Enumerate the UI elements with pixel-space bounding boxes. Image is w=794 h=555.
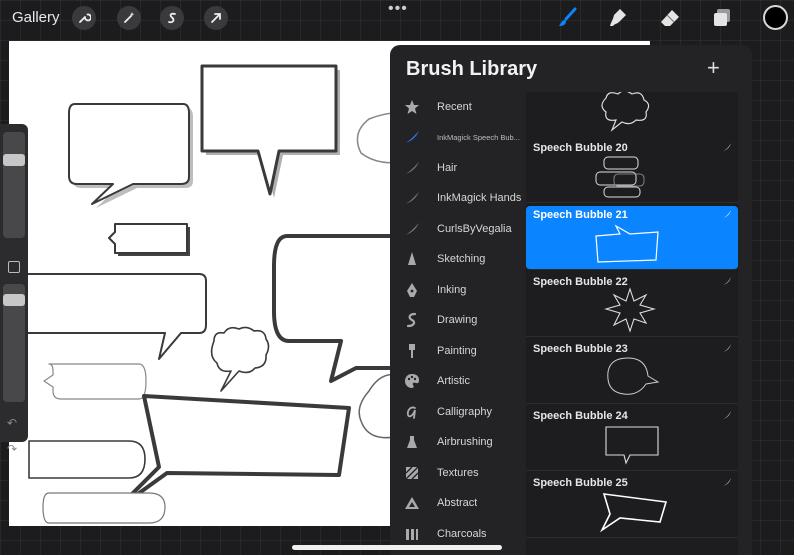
brush-list: Speech Bubble 20 Speech Bubble 21 Speech… xyxy=(526,92,738,555)
brush-set-abstract[interactable]: Abstract xyxy=(390,488,526,518)
brush-set-label: Drawing xyxy=(437,314,478,326)
brush-set-drawing[interactable]: Drawing xyxy=(390,305,526,335)
brush-preview xyxy=(595,156,645,198)
calligraphy-a-icon xyxy=(404,404,420,420)
panel-title: Brush Library xyxy=(406,58,538,80)
more-menu[interactable]: ••• xyxy=(388,0,408,18)
brush-size-thumb[interactable] xyxy=(3,154,25,166)
brush-set-label: Inking xyxy=(437,284,467,296)
brush-type-icon xyxy=(723,344,731,352)
star-icon xyxy=(404,99,420,115)
brush-set-painting[interactable]: Painting xyxy=(390,336,526,366)
brush-set-airbrushing[interactable]: Airbrushing xyxy=(390,427,526,457)
charcoal-icon xyxy=(404,526,420,542)
brush-type-icon xyxy=(723,143,731,151)
palette-icon xyxy=(404,373,420,389)
brush-set-curlsbyvegalia[interactable]: CurlsByVegalia xyxy=(390,214,526,244)
brush-preview xyxy=(603,287,657,333)
smudge-icon[interactable] xyxy=(606,6,630,30)
brush-set-hair[interactable]: Hair xyxy=(390,153,526,183)
brush-set-inkmagick-hands[interactable]: InkMagick Hands xyxy=(390,183,526,213)
brush-type-icon xyxy=(723,411,731,419)
brush-set-label: CurlsByVegalia xyxy=(437,223,512,235)
brush-item-selected[interactable]: Speech Bubble 21 xyxy=(526,206,738,270)
brush-set-textures[interactable]: Textures xyxy=(390,458,526,488)
brush-preview xyxy=(605,426,659,465)
triangle-icon xyxy=(404,495,420,511)
home-indicator[interactable] xyxy=(292,545,502,550)
blue-brush-icon xyxy=(404,129,420,145)
brush-set-label: Calligraphy xyxy=(437,406,493,418)
brush-stroke-icon xyxy=(404,160,420,176)
brush-item[interactable]: Speech Bubble 25 xyxy=(526,474,738,538)
brush-item[interactable]: Speech Bubble 24 xyxy=(526,407,738,471)
brush-stroke-icon xyxy=(404,190,420,206)
brush-item[interactable]: Speech Bubble 22 xyxy=(526,273,738,337)
brush-set-label: Sketching xyxy=(437,253,486,265)
brush-type-icon xyxy=(723,277,731,285)
brush-sets-list: Recent InkMagick Speech Bub... Hair InkM… xyxy=(390,92,526,555)
brush-set-inkmagick-speech[interactable]: InkMagick Speech Bub... xyxy=(390,122,526,152)
pen-nib-icon xyxy=(404,282,420,298)
brush-set-sketching[interactable]: Sketching xyxy=(390,244,526,274)
brush-set-label: Artistic xyxy=(437,375,470,387)
undo-icon[interactable]: ↶ xyxy=(7,416,17,430)
eraser-icon[interactable] xyxy=(658,6,682,30)
brush-set-label: Recent xyxy=(437,101,472,113)
layers-icon[interactable] xyxy=(710,6,734,30)
top-toolbar: Gallery ••• xyxy=(0,0,794,36)
brush-preview xyxy=(595,224,659,263)
brush-set-label: Painting xyxy=(437,345,477,357)
paint-brush-icon xyxy=(404,343,420,359)
gallery-button[interactable]: Gallery xyxy=(12,9,60,26)
wrench-icon[interactable] xyxy=(72,6,96,30)
brush-set-recent[interactable]: Recent xyxy=(390,92,526,122)
brush-item[interactable]: Speech Bubble 23 xyxy=(526,340,738,404)
brush-set-label: InkMagick Speech Bub... xyxy=(437,132,520,142)
brush-set-label: Charcoals xyxy=(437,528,487,540)
add-brush-set-button[interactable]: + xyxy=(707,55,720,81)
opacity-thumb[interactable] xyxy=(3,294,25,306)
opacity-slider[interactable] xyxy=(3,284,25,402)
brush-set-artistic[interactable]: Artistic xyxy=(390,366,526,396)
brush-set-label: Abstract xyxy=(437,497,478,509)
transform-arrow-icon[interactable] xyxy=(204,6,228,30)
squiggle-icon xyxy=(404,312,420,328)
brush-stroke-icon xyxy=(404,221,420,237)
left-sidebar: ↶ ↷ xyxy=(0,124,28,456)
brush-preview xyxy=(607,357,660,395)
texture-icon xyxy=(404,465,420,481)
selection-icon[interactable] xyxy=(160,6,184,30)
brush-type-icon xyxy=(723,478,731,486)
brush-set-label: InkMagick Hands xyxy=(437,192,522,204)
color-well[interactable] xyxy=(763,5,788,30)
brush-set-inking[interactable]: Inking xyxy=(390,275,526,305)
brush-set-label: Textures xyxy=(437,467,479,479)
paintbrush-icon[interactable] xyxy=(555,6,579,30)
brush-type-icon xyxy=(723,210,731,218)
airbrush-icon xyxy=(404,434,420,450)
magic-wand-icon[interactable] xyxy=(117,6,141,30)
brush-size-slider[interactable] xyxy=(3,132,25,238)
brush-set-calligraphy[interactable]: Calligraphy xyxy=(390,397,526,427)
pencil-tip-icon xyxy=(404,251,420,267)
modify-button[interactable] xyxy=(8,261,20,273)
brush-preview-cloud xyxy=(601,92,650,132)
redo-icon[interactable]: ↷ xyxy=(7,442,17,456)
brush-set-label: Hair xyxy=(437,162,458,174)
brush-library-panel: Brush Library + Recent InkMagick Speech … xyxy=(390,45,752,555)
brush-preview xyxy=(599,493,668,533)
brush-item[interactable]: Speech Bubble 20 xyxy=(526,139,738,203)
brush-set-label: Airbrushing xyxy=(437,436,493,448)
